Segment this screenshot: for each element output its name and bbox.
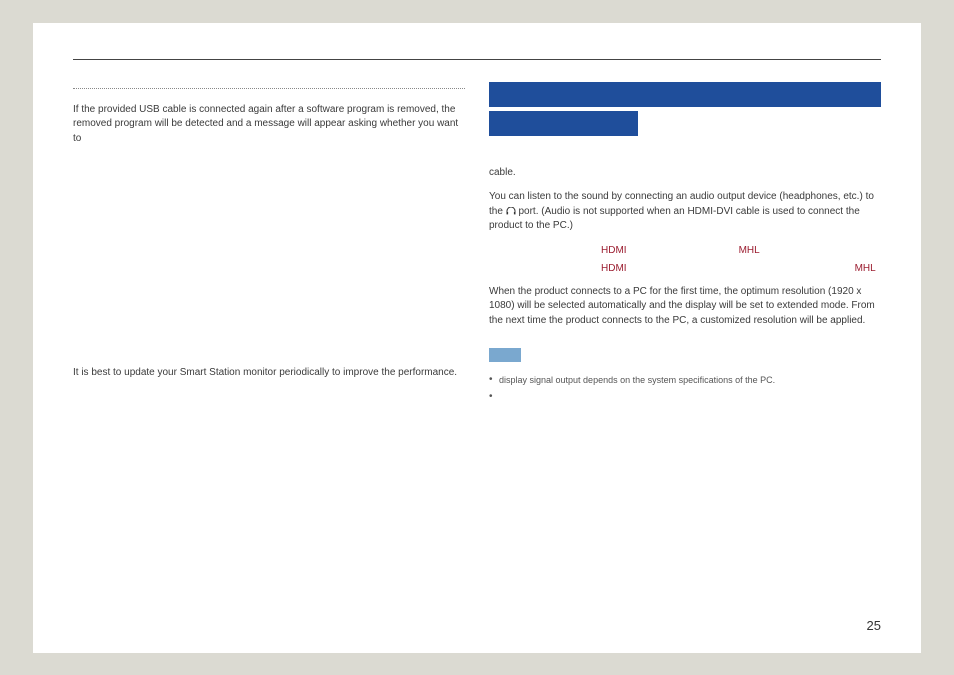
section-heading [489, 82, 881, 136]
page-number: 25 [867, 618, 881, 633]
right-column: cable. You can listen to the sound by co… [489, 82, 881, 391]
heading-band-line1 [489, 82, 881, 107]
dotted-divider [73, 88, 465, 89]
enum-hdmi-1: HDMI [601, 245, 627, 256]
enum-mhl-1: MHL [739, 245, 760, 256]
heading-band-line2 [489, 111, 638, 136]
enum-hdmi-2: HDMI [601, 263, 627, 274]
document-page: If the provided USB cable is connected a… [33, 23, 921, 653]
left-paragraph-2: It is best to update your Smart Station … [73, 366, 465, 381]
right-resolution-paragraph: When the product connects to a PC for th… [489, 285, 881, 329]
enum-row-2: HDMI MHL [489, 262, 881, 277]
note-item-1: display signal output depends on the sys… [489, 374, 881, 387]
left-column: If the provided USB cable is connected a… [73, 82, 465, 391]
enum-row-1: HDMI MHL [489, 244, 881, 259]
right-audio-paragraph: You can listen to the sound by connectin… [489, 190, 881, 234]
enum-mhl-2: MHL [855, 263, 876, 274]
right-cable-fragment: cable. [489, 166, 881, 181]
left-paragraph-1: If the provided USB cable is connected a… [73, 103, 465, 147]
audio-text-b: port. (Audio is not supported when an HD… [489, 206, 860, 232]
headphone-icon [506, 206, 516, 214]
top-rule [73, 59, 881, 60]
two-column-layout: If the provided USB cable is connected a… [73, 82, 881, 391]
note-badge [489, 348, 521, 362]
